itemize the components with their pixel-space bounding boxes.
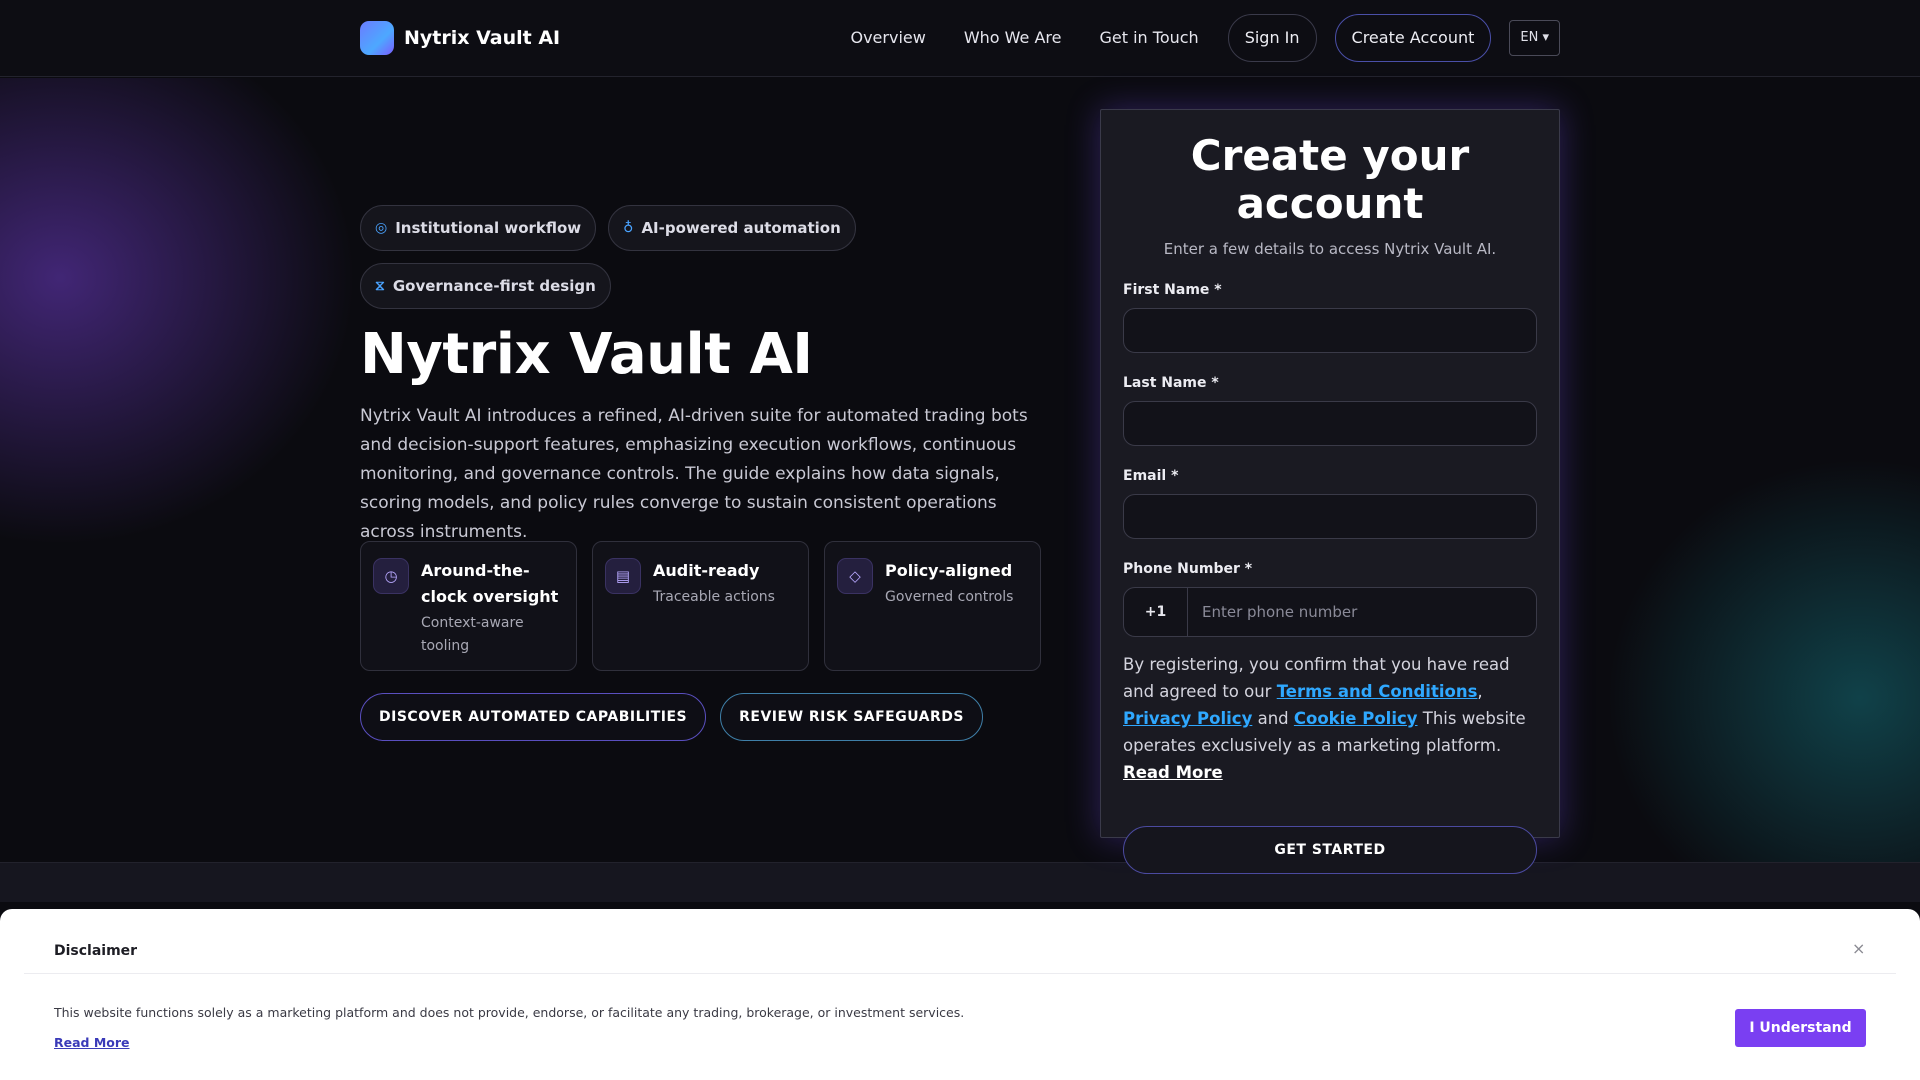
get-started-button[interactable]: GET STARTED xyxy=(1123,826,1537,874)
feature-cards: ◷ Around-the-clock oversight Context-awa… xyxy=(360,541,1041,671)
feature-card-audit-ready: ▤ Audit-ready Traceable actions xyxy=(592,541,809,671)
feature-subtitle: Context-aware tooling xyxy=(421,615,524,654)
phone-label: Phone Number * xyxy=(1123,561,1253,577)
tag-ai-powered-automation: ♁ AI-powered automation xyxy=(608,205,856,251)
nav-link-who-we-are[interactable]: Who We Are xyxy=(945,14,1081,62)
phone-field: +1 Enter phone number xyxy=(1123,587,1537,637)
lightbulb-icon: ♁ xyxy=(623,220,634,236)
disclaimer-banner: Disclaimer × This website functions sole… xyxy=(0,909,1920,1080)
clock-icon: ◷ xyxy=(373,558,409,594)
consent-text: By registering, you confirm that you hav… xyxy=(1123,651,1537,786)
tag-governance-first-design: ⧖ Governance-first design xyxy=(360,263,611,309)
diamond-icon: ◇ xyxy=(837,558,873,594)
brand-logo-icon xyxy=(360,21,394,55)
feature-card-policy-aligned: ◇ Policy-aligned Governed controls xyxy=(824,541,1041,671)
review-safeguards-button[interactable]: REVIEW RISK SAFEGUARDS xyxy=(720,693,983,741)
tag-institutional-workflow: ◎ Institutional workflow xyxy=(360,205,597,251)
first-name-input[interactable] xyxy=(1123,308,1537,353)
disclaimer-title: Disclaimer xyxy=(54,943,138,959)
privacy-link[interactable]: Privacy Policy xyxy=(1123,709,1252,728)
read-more-link[interactable]: Read More xyxy=(1123,763,1223,782)
tag-label: Governance-first design xyxy=(392,277,596,295)
top-navbar: Nytrix Vault AI Overview Who We Are Get … xyxy=(0,0,1920,77)
phone-input[interactable]: Enter phone number xyxy=(1188,588,1536,636)
feature-title: Audit-ready xyxy=(653,561,760,580)
divider xyxy=(24,973,1896,974)
feature-title: Around-the-clock oversight xyxy=(421,561,559,606)
feature-card-oversight: ◷ Around-the-clock oversight Context-awa… xyxy=(360,541,577,671)
hero-title: Nytrix Vault AI xyxy=(360,322,813,387)
nav-link-overview[interactable]: Overview xyxy=(831,14,944,62)
feature-title: Policy-aligned xyxy=(885,561,1013,580)
last-name-input[interactable] xyxy=(1123,401,1537,446)
create-account-button[interactable]: Create Account xyxy=(1334,14,1492,62)
discover-capabilities-button[interactable]: DISCOVER AUTOMATED CAPABILITIES xyxy=(360,693,707,741)
form-title: Create your account xyxy=(1190,131,1470,228)
section-divider xyxy=(0,862,1920,902)
brand[interactable]: Nytrix Vault AI xyxy=(360,21,560,55)
cookie-link[interactable]: Cookie Policy xyxy=(1294,709,1418,728)
tag-label: Institutional workflow xyxy=(395,219,582,237)
form-subtitle: Enter a few details to access Nytrix Vau… xyxy=(1163,240,1497,258)
feature-subtitle: Traceable actions xyxy=(653,589,775,605)
close-icon[interactable]: × xyxy=(1852,939,1865,958)
email-input[interactable] xyxy=(1123,494,1537,539)
i-understand-button[interactable]: I Understand xyxy=(1735,1009,1866,1047)
last-name-label: Last Name * xyxy=(1123,375,1219,391)
terms-link[interactable]: Terms and Conditions xyxy=(1277,682,1478,701)
nav-link-get-in-touch[interactable]: Get in Touch xyxy=(1080,14,1217,62)
email-label: Email * xyxy=(1123,468,1179,484)
cta-row: DISCOVER AUTOMATED CAPABILITIES REVIEW R… xyxy=(360,693,983,741)
disclaimer-read-more-link[interactable]: Read More xyxy=(54,1035,130,1050)
feature-tags: ◎ Institutional workflow ♁ AI-powered au… xyxy=(360,205,920,309)
nav-links: Overview Who We Are Get in Touch Sign In… xyxy=(831,14,1560,62)
sign-in-button[interactable]: Sign In xyxy=(1227,14,1317,62)
tag-label: AI-powered automation xyxy=(641,219,841,237)
brand-name: Nytrix Vault AI xyxy=(404,27,561,49)
document-icon: ▤ xyxy=(605,558,641,594)
feature-subtitle: Governed controls xyxy=(885,589,1014,605)
signup-form-card: Create your account Enter a few details … xyxy=(1100,109,1560,874)
check-circle-icon: ◎ xyxy=(375,220,388,236)
disclaimer-text: This website functions solely as a marke… xyxy=(54,1005,965,1020)
hero-description: Nytrix Vault AI introduces a refined, AI… xyxy=(360,406,1028,542)
hourglass-icon: ⧖ xyxy=(375,278,385,294)
consent-comma: , xyxy=(1477,682,1483,701)
consent-and: and xyxy=(1252,709,1294,728)
phone-country-code[interactable]: +1 xyxy=(1124,588,1188,636)
language-selector[interactable]: EN ▾ xyxy=(1509,20,1560,56)
first-name-label: First Name * xyxy=(1123,282,1222,298)
